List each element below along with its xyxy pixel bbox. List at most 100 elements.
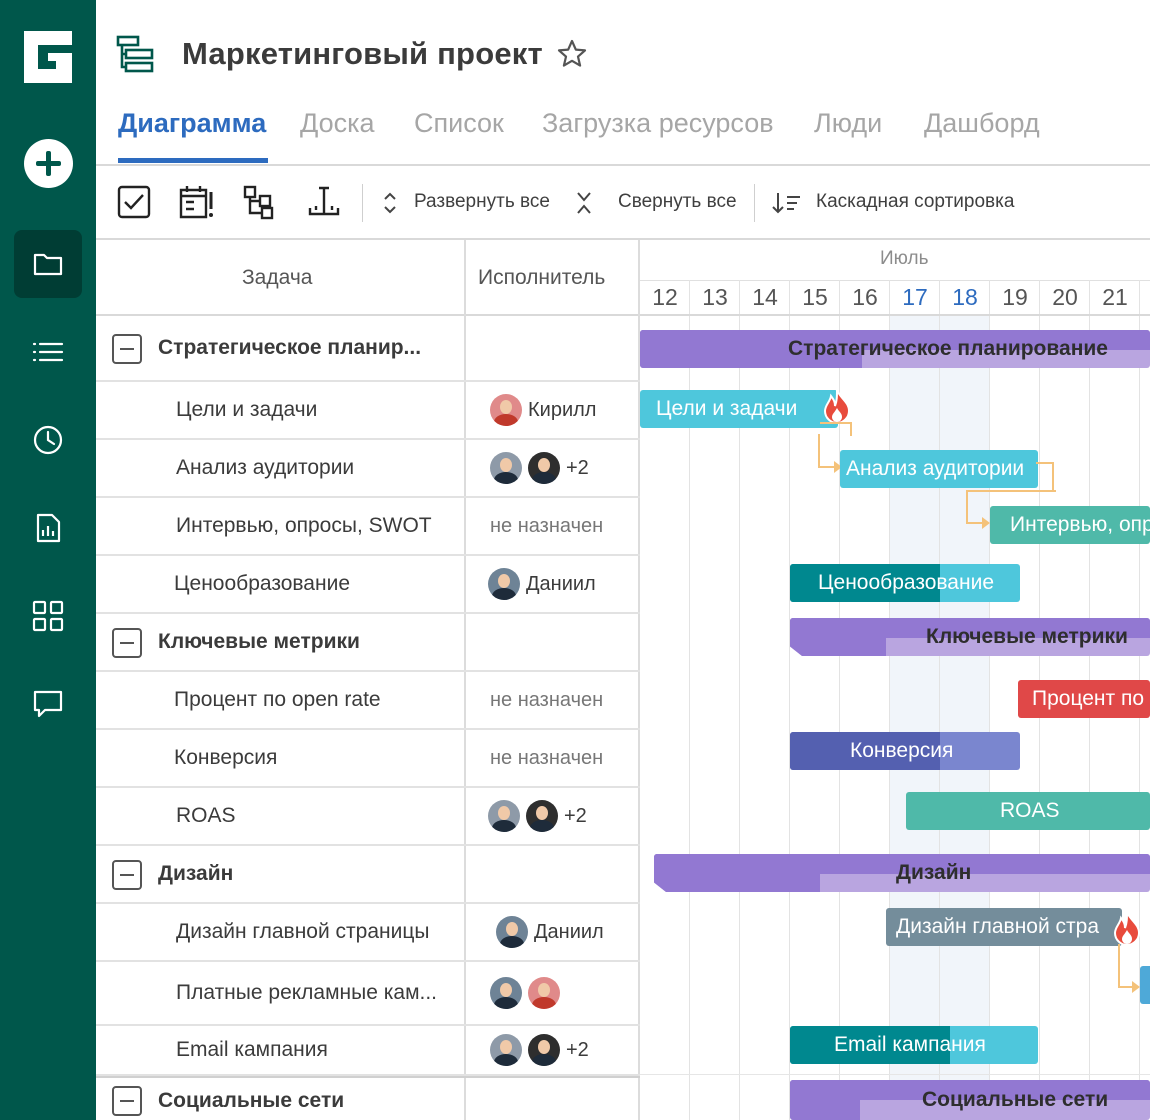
collapse-toggle[interactable] (112, 628, 142, 658)
tab-workload[interactable]: Загрузка ресурсов (542, 108, 774, 139)
gantt-bar-task[interactable]: Анализ аудитории (840, 450, 1038, 488)
task-name: Цели и задачи (176, 398, 318, 421)
tab-dashboard[interactable]: Дашборд (924, 108, 1040, 139)
assignee-cell[interactable] (490, 962, 566, 1024)
gantt-bar-task[interactable]: Дизайн главной стра (886, 908, 1122, 946)
task-name: ROAS (176, 804, 236, 827)
task-deadline-icon[interactable] (178, 184, 214, 220)
tab-list[interactable]: Список (414, 108, 504, 139)
gantt-bar-task[interactable]: ROAS (906, 792, 1150, 830)
assignee-cell[interactable]: Кирилл (490, 382, 596, 438)
add-project-button[interactable] (24, 139, 73, 188)
bar-label: Дизайн главной стра (896, 915, 1100, 938)
app-logo-icon[interactable] (20, 27, 76, 87)
gantt-bar-group[interactable]: Дизайн (654, 854, 1150, 892)
column-header-assignee[interactable]: Исполнитель (478, 266, 605, 290)
table-row[interactable]: Ключевые метрики (96, 614, 640, 672)
bar-label: Ключевые метрики (926, 625, 1128, 648)
table-row[interactable]: Дизайн главной страницы Даниил (96, 904, 640, 962)
gantt-bar-task[interactable]: Email кампания (790, 1026, 1038, 1064)
assignee-cell[interactable]: Даниил (496, 904, 604, 960)
table-row[interactable]: Дизайн (96, 846, 640, 904)
group-name: Ключевые метрики (158, 630, 360, 653)
avatar (490, 1034, 522, 1066)
timeline-day: 15 (802, 284, 828, 310)
gantt-bar-task[interactable]: Процент по (1018, 680, 1150, 718)
collapse-toggle[interactable] (112, 334, 142, 364)
collapse-toggle[interactable] (112, 860, 142, 890)
table-row[interactable]: Социальные сети (96, 1076, 640, 1120)
expand-icon (384, 192, 396, 214)
gantt-bar-group[interactable]: Социальные сети (790, 1080, 1150, 1120)
tab-board[interactable]: Доска (300, 108, 375, 139)
gantt-bar-group[interactable]: Ключевые метрики (790, 618, 1150, 656)
avatar (490, 452, 522, 484)
day-gridline (989, 280, 990, 1120)
checkbox-icon[interactable] (116, 184, 152, 220)
assignee-cell[interactable]: не назначен (490, 498, 603, 554)
fire-icon (823, 389, 851, 424)
table-row[interactable]: Конверсия не назначен (96, 730, 640, 788)
group-name: Стратегическое планир... (158, 336, 422, 359)
avatar (488, 568, 520, 600)
gantt-bar-task[interactable]: Цели и задачи (640, 390, 838, 428)
sidebar-item-list[interactable] (14, 318, 82, 386)
avatar (528, 977, 560, 1009)
assignee-cell[interactable]: +2 (490, 1026, 589, 1074)
avatar (490, 394, 522, 426)
sidebar-item-chat[interactable] (14, 670, 82, 738)
sidebar-item-projects[interactable] (14, 230, 82, 298)
star-icon[interactable] (556, 38, 588, 70)
collapse-all-button[interactable]: Свернуть все (618, 191, 737, 213)
timeline-day: 14 (752, 284, 778, 310)
sidebar-item-apps[interactable] (14, 582, 82, 650)
dependency-line (1036, 462, 1054, 492)
expand-all-button[interactable]: Развернуть все (414, 191, 550, 213)
table-row[interactable]: Интервью, опросы, SWOT не назначен (96, 498, 640, 556)
gantt-app: Маркетинговый проект Диаграмма Доска Спи… (0, 0, 1150, 1120)
assignee-cell[interactable]: не назначен (490, 672, 603, 728)
assignee-more: +2 (566, 456, 589, 479)
table-row[interactable]: Платные рекламные кам... (96, 962, 640, 1026)
assignee-cell[interactable]: +2 (488, 788, 587, 844)
chat-icon (33, 690, 63, 718)
tab-people[interactable]: Люди (814, 108, 882, 139)
bar-label: Email кампания (834, 1033, 986, 1056)
table-row[interactable]: ROAS +2 (96, 788, 640, 846)
dependency-line (1118, 944, 1120, 988)
gantt-bar-task[interactable]: Интервью, опр (990, 506, 1150, 544)
cascade-sort-button[interactable]: Каскадная сортировка (816, 191, 1014, 213)
assignee-cell[interactable]: не назначен (490, 730, 603, 786)
dependency-line (966, 490, 968, 524)
bar-label: Анализ аудитории (846, 457, 1025, 480)
table-row[interactable]: Цели и задачи Кирилл (96, 382, 640, 440)
timeline-day: 20 (1052, 284, 1078, 310)
dependency-icon[interactable] (242, 184, 278, 220)
task-name: Платные рекламные кам... (176, 981, 438, 1004)
avatar (526, 800, 558, 832)
assignee-cell[interactable]: +2 (490, 440, 589, 496)
view-tabs: Диаграмма Доска Список Загрузка ресурсов… (96, 100, 1150, 166)
assignee-cell[interactable]: Даниил (488, 556, 596, 612)
timeline-day: 13 (702, 284, 728, 310)
task-name: Процент по open rate (174, 688, 381, 711)
table-row[interactable]: Ценообразование Даниил (96, 556, 640, 614)
column-header-task[interactable]: Задача (242, 266, 312, 290)
gantt-bar-task[interactable] (1140, 966, 1150, 1004)
toolbar-divider (362, 184, 363, 222)
gantt-bar-task[interactable]: Конверсия (790, 732, 1020, 770)
sidebar-item-reports[interactable] (14, 494, 82, 562)
highlight-day-column (940, 316, 990, 1120)
gantt-bar-group[interactable]: Стратегическое планирование (640, 330, 1150, 368)
sidebar-item-time[interactable] (14, 406, 82, 474)
gantt-bar-task[interactable]: Ценообразование (790, 564, 1020, 602)
avatar (496, 916, 528, 948)
bar-label: Процент по (1032, 687, 1145, 710)
tab-chart[interactable]: Диаграмма (118, 108, 266, 139)
table-row[interactable]: Стратегическое планир... (96, 316, 640, 382)
table-row[interactable]: Процент по open rate не назначен (96, 672, 640, 730)
zoom-timeline-icon[interactable] (306, 184, 342, 220)
table-row[interactable]: Анализ аудитории +2 (96, 440, 640, 498)
collapse-toggle[interactable] (112, 1086, 142, 1116)
table-row[interactable]: Email кампания +2 (96, 1026, 640, 1076)
